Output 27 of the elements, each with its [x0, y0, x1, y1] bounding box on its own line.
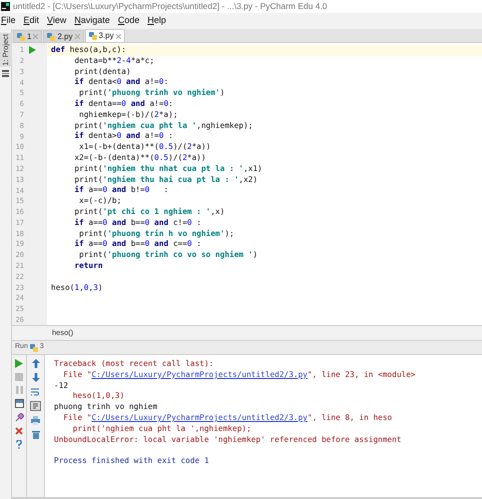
trash-icon[interactable] — [32, 430, 40, 439]
menu-item[interactable]: Code — [118, 14, 140, 28]
menu-item[interactable]: Edit — [24, 14, 40, 28]
help-icon[interactable] — [16, 440, 22, 449]
menu-item[interactable]: Navigate — [74, 14, 110, 28]
window-title: untitled2 - [C:\Users\Luxury\PycharmProjects\untitled2] - ...\3.py - PyCharm Edu 4.0 — [13, 0, 328, 13]
run-icon[interactable] — [15, 359, 23, 368]
layout-icon[interactable] — [14, 399, 24, 408]
close-icon[interactable] — [116, 34, 121, 38]
python-file-icon — [17, 32, 25, 40]
pin-icon[interactable] — [14, 413, 24, 422]
structure-icon[interactable] — [2, 70, 9, 77]
wrap-icon[interactable] — [31, 387, 40, 396]
run-icon[interactable] — [29, 46, 36, 54]
file-tab[interactable]: 2.py — [43, 30, 84, 42]
down-arrow-icon[interactable] — [32, 373, 40, 382]
python-file-icon — [88, 32, 97, 40]
python-file-icon — [47, 32, 56, 40]
close-icon[interactable] — [15, 427, 23, 435]
print-icon[interactable] — [31, 416, 40, 425]
menu-item[interactable]: Help — [147, 14, 166, 28]
file-tab[interactable]: 3.py — [84, 29, 125, 42]
menu-item[interactable]: View — [47, 14, 66, 28]
up-arrow-icon[interactable] — [32, 359, 40, 368]
file-tab[interactable]: 1 — [13, 30, 42, 42]
python-icon — [30, 344, 38, 352]
menu-item[interactable]: File — [1, 14, 16, 28]
